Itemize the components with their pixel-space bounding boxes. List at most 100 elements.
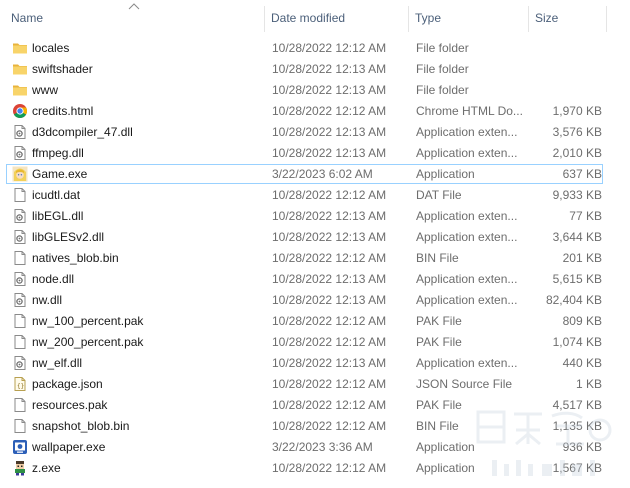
file-row[interactable]: ffmpeg.dll 10/28/2022 12:13 AM Application…	[6, 143, 603, 163]
svg-text:{}: {}	[17, 383, 24, 390]
file-type: Application exten...	[416, 230, 518, 244]
file-name: nw.dll	[32, 293, 63, 307]
file-date-modified: 10/28/2022 12:12 AM	[272, 377, 387, 391]
file-name: nw_100_percent.pak	[32, 314, 144, 328]
file-name: credits.html	[32, 104, 94, 118]
file-row[interactable]: swiftshader 10/28/2022 12:13 AM File folde…	[6, 59, 603, 79]
file-date-modified: 3/22/2023 6:02 AM	[272, 167, 373, 181]
file-date-modified: 10/28/2022 12:12 AM	[272, 419, 387, 433]
file-name: ffmpeg.dll	[32, 146, 84, 160]
file-type: PAK File	[416, 314, 462, 328]
dll-icon	[12, 229, 28, 245]
file-size: 77 KB	[569, 209, 602, 223]
column-divider[interactable]	[408, 6, 409, 32]
column-header-size[interactable]: Size	[535, 0, 605, 37]
file-date-modified: 10/28/2022 12:12 AM	[272, 251, 387, 265]
file-name: resources.pak	[32, 398, 108, 412]
file-row[interactable]: nw.dll 10/28/2022 12:13 AM Application ext…	[6, 290, 603, 310]
file-date-modified: 10/28/2022 12:13 AM	[272, 209, 387, 223]
column-divider[interactable]	[528, 6, 529, 32]
file-icon	[12, 418, 28, 434]
column-header-date-modified[interactable]: Date modified	[271, 0, 407, 37]
file-date-modified: 3/22/2023 3:36 AM	[272, 440, 373, 454]
file-name: Game.exe	[32, 167, 88, 181]
file-name: wallpaper.exe	[32, 440, 106, 454]
file-name: z.exe	[32, 461, 61, 475]
game-exe-icon	[12, 166, 28, 182]
file-row[interactable]: libGLESv2.dll 10/28/2022 12:13 AM Applicat…	[6, 227, 603, 247]
file-date-modified: 10/28/2022 12:13 AM	[272, 146, 387, 160]
folder-icon	[12, 61, 28, 77]
file-name: natives_blob.bin	[32, 251, 119, 265]
file-size	[535, 81, 602, 99]
file-type: File folder	[416, 41, 469, 55]
file-row[interactable]: www 10/28/2022 12:13 AM File folder	[6, 80, 603, 100]
file-icon	[12, 250, 28, 266]
dll-icon	[12, 124, 28, 140]
file-date-modified: 10/28/2022 12:12 AM	[272, 188, 387, 202]
file-date-modified: 10/28/2022 12:13 AM	[272, 83, 387, 97]
file-type: Application exten...	[416, 356, 518, 370]
file-name: nw_200_percent.pak	[32, 335, 144, 349]
file-date-modified: 10/28/2022 12:12 AM	[272, 335, 387, 349]
file-type: File folder	[416, 83, 469, 97]
file-row[interactable]: nw_200_percent.pak 10/28/2022 12:12 AM PAK…	[6, 332, 603, 352]
file-name: www	[32, 83, 58, 97]
json-icon: {}	[12, 376, 28, 392]
file-date-modified: 10/28/2022 12:13 AM	[272, 293, 387, 307]
file-size: 440 KB	[562, 356, 602, 370]
wallpaper-exe-icon	[12, 439, 28, 455]
file-size: 3,576 KB	[552, 125, 602, 139]
folder-icon	[12, 40, 28, 56]
file-row[interactable]: credits.html 10/28/2022 12:12 AM Chrome HT…	[6, 101, 603, 121]
file-date-modified: 10/28/2022 12:12 AM	[272, 461, 387, 475]
column-header-type[interactable]: Type	[415, 0, 527, 37]
file-name: node.dll	[32, 272, 75, 286]
file-row[interactable]: d3dcompiler_47.dll 10/28/2022 12:13 AM App…	[6, 122, 603, 142]
file-date-modified: 10/28/2022 12:13 AM	[272, 230, 387, 244]
file-row[interactable]: natives_blob.bin 10/28/2022 12:12 AM BIN F…	[6, 248, 603, 268]
file-type: Application exten...	[416, 125, 518, 139]
column-header-name[interactable]: Name	[11, 0, 263, 37]
file-row[interactable]: Game.exe 3/22/2023 6:02 AM Application 637 …	[6, 164, 603, 184]
file-date-modified: 10/28/2022 12:12 AM	[272, 398, 387, 412]
file-name: package.json	[32, 377, 103, 391]
watermark-logo	[476, 410, 612, 476]
file-name: swiftshader	[32, 62, 93, 76]
file-row[interactable]: nw_elf.dll 10/28/2022 12:13 AM Application…	[6, 353, 603, 373]
file-size: 809 KB	[562, 314, 602, 328]
file-row[interactable]: locales 10/28/2022 12:12 AM File folder	[6, 38, 603, 58]
file-type: Application	[416, 167, 475, 181]
file-icon	[12, 397, 28, 413]
file-size: 1,970 KB	[552, 104, 602, 118]
file-type: PAK File	[416, 335, 462, 349]
file-size: 1 KB	[575, 377, 602, 391]
column-header-bar: Name Date modified Type Size	[0, 0, 630, 37]
file-row[interactable]: nw_100_percent.pak 10/28/2022 12:12 AM PAK…	[6, 311, 603, 331]
file-date-modified: 10/28/2022 12:13 AM	[272, 272, 387, 286]
file-size: 637 KB	[562, 167, 602, 181]
file-row[interactable]: {} package.json 10/28/2022 12:12 AM JSON So…	[6, 374, 603, 394]
dll-icon	[12, 145, 28, 161]
file-size: 3,644 KB	[552, 230, 602, 244]
dll-icon	[12, 355, 28, 371]
file-size: 2,010 KB	[552, 146, 602, 160]
file-row[interactable]: icudtl.dat 10/28/2022 12:12 AM DAT File 9,9…	[6, 185, 603, 205]
file-icon	[12, 187, 28, 203]
file-date-modified: 10/28/2022 12:12 AM	[272, 104, 387, 118]
dll-icon	[12, 292, 28, 308]
file-row[interactable]: libEGL.dll 10/28/2022 12:13 AM Application…	[6, 206, 603, 226]
file-size: 201 KB	[562, 251, 602, 265]
file-date-modified: 10/28/2022 12:13 AM	[272, 356, 387, 370]
chrome-icon	[12, 103, 28, 119]
dll-icon	[12, 208, 28, 224]
file-date-modified: 10/28/2022 12:12 AM	[272, 314, 387, 328]
dll-icon	[12, 271, 28, 287]
file-size: 1,074 KB	[552, 335, 602, 349]
file-type: Application exten...	[416, 272, 518, 286]
column-divider[interactable]	[606, 6, 607, 32]
file-row[interactable]: node.dll 10/28/2022 12:13 AM Application e…	[6, 269, 603, 289]
column-divider[interactable]	[264, 6, 265, 32]
file-type: Application exten...	[416, 146, 518, 160]
file-size	[535, 60, 602, 78]
